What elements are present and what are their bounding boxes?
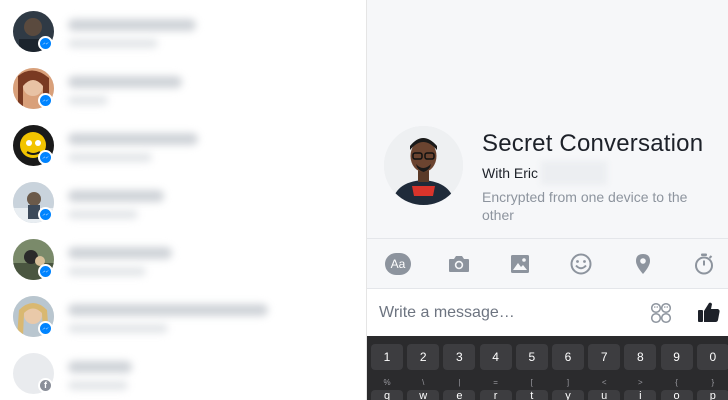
key-t[interactable]: t bbox=[515, 390, 548, 400]
message-preview-redacted bbox=[68, 210, 138, 219]
key-alt-symbol: [ bbox=[530, 378, 533, 387]
key-alt-symbol: ] bbox=[566, 378, 570, 387]
key-i[interactable]: i bbox=[624, 390, 657, 400]
key-8[interactable]: 8 bbox=[624, 344, 657, 370]
key-alt-symbol: < bbox=[601, 378, 607, 387]
timer-icon[interactable] bbox=[690, 251, 718, 277]
image-icon[interactable] bbox=[506, 251, 534, 277]
message-input[interactable] bbox=[379, 302, 619, 324]
list-item[interactable]: f bbox=[0, 347, 366, 400]
contact-name-redacted bbox=[68, 133, 198, 145]
key-alt-symbol: { bbox=[675, 378, 678, 387]
with-contact-label: With Eric bbox=[482, 165, 538, 181]
contact-name-redacted bbox=[68, 247, 172, 259]
on-screen-keyboard: 1 2 3 4 5 6 7 8 9 0% \ | = [] < > {} q w e r t y u i o p bbox=[367, 336, 728, 400]
message-preview-redacted bbox=[68, 39, 158, 48]
key-o[interactable]: o bbox=[660, 390, 693, 400]
facebook-icon: f bbox=[38, 378, 53, 393]
messenger-icon bbox=[38, 264, 53, 279]
key-p[interactable]: p bbox=[696, 390, 728, 400]
key-2[interactable]: 2 bbox=[407, 344, 440, 370]
key-6[interactable]: 6 bbox=[552, 344, 584, 370]
contact-name-redacted bbox=[68, 361, 132, 373]
key-y[interactable]: y bbox=[552, 390, 584, 400]
list-item[interactable] bbox=[0, 62, 366, 119]
contact-name-redacted bbox=[68, 304, 268, 316]
key-alt-symbol: = bbox=[493, 378, 498, 387]
list-item[interactable] bbox=[0, 176, 366, 233]
emoji-icon[interactable] bbox=[567, 251, 595, 277]
messenger-icon bbox=[38, 321, 53, 336]
contact-name-redacted bbox=[68, 190, 164, 202]
camera-icon[interactable] bbox=[445, 251, 473, 277]
key-alt-symbol: \ bbox=[422, 378, 425, 387]
contact-surname-redacted bbox=[541, 161, 607, 185]
message-preview-redacted bbox=[68, 153, 152, 162]
conversation-list: f bbox=[0, 0, 366, 400]
message-preview-redacted bbox=[68, 381, 128, 390]
message-preview-redacted bbox=[68, 267, 146, 276]
key-9[interactable]: 9 bbox=[660, 344, 693, 370]
key-alt-symbol: > bbox=[638, 378, 643, 387]
key-alt-symbol: % bbox=[383, 378, 391, 387]
key-q[interactable]: q bbox=[371, 390, 403, 400]
list-item[interactable] bbox=[0, 233, 366, 290]
key-w[interactable]: w bbox=[407, 390, 440, 400]
key-3[interactable]: 3 bbox=[443, 344, 476, 370]
messenger-icon bbox=[38, 93, 53, 108]
key-1[interactable]: 1 bbox=[371, 344, 403, 370]
composer-toolbar: Aa bbox=[367, 238, 728, 288]
key-7[interactable]: 7 bbox=[588, 344, 621, 370]
key-5[interactable]: 5 bbox=[515, 344, 548, 370]
key-0[interactable]: 0 bbox=[696, 344, 728, 370]
key-e[interactable]: e bbox=[443, 390, 476, 400]
location-icon[interactable] bbox=[629, 251, 657, 277]
list-item[interactable] bbox=[0, 119, 366, 176]
sticker-icon[interactable] bbox=[650, 302, 672, 324]
encryption-note: Encrypted from one device to the other bbox=[482, 189, 688, 223]
contact-name-redacted bbox=[68, 76, 182, 88]
key-r[interactable]: r bbox=[479, 390, 512, 400]
messenger-icon bbox=[38, 150, 53, 165]
text-style-label: Aa bbox=[385, 253, 411, 275]
list-item[interactable] bbox=[0, 5, 366, 62]
secret-conversation-header: Secret Conversation With Eric Encrypted … bbox=[367, 0, 728, 238]
thumbs-up-icon[interactable] bbox=[697, 300, 721, 324]
messenger-icon bbox=[38, 36, 53, 51]
message-preview-redacted bbox=[68, 96, 108, 105]
key-alt-symbol: } bbox=[711, 378, 715, 387]
secret-conversation-title: Secret Conversation bbox=[482, 130, 704, 157]
key-alt-symbol: | bbox=[458, 378, 461, 387]
conversation-panel: Secret Conversation With Eric Encrypted … bbox=[366, 0, 728, 400]
message-composer bbox=[367, 288, 728, 336]
list-item[interactable] bbox=[0, 290, 366, 347]
key-u[interactable]: u bbox=[588, 390, 621, 400]
key-4[interactable]: 4 bbox=[479, 344, 512, 370]
messenger-icon bbox=[38, 207, 53, 222]
text-style-icon[interactable]: Aa bbox=[384, 251, 412, 277]
profile-picture[interactable] bbox=[384, 126, 463, 205]
contact-name-redacted bbox=[68, 19, 196, 31]
message-preview-redacted bbox=[68, 324, 168, 333]
